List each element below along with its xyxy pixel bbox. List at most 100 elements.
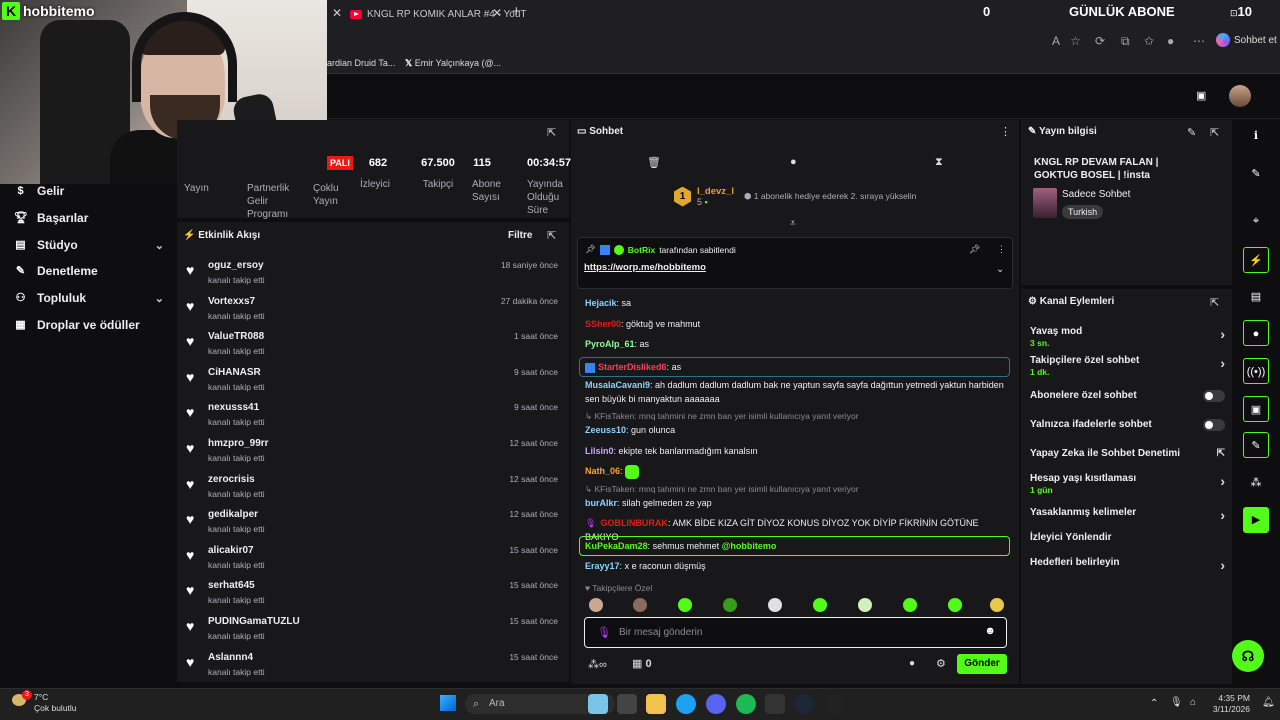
microphone-icon[interactable]: 🎙︎	[597, 626, 611, 639]
chat-message[interactable]: MusalaCavani9: ah dadlum dadlum dadlum b…	[585, 378, 1005, 406]
activity-item[interactable]: ♥ Vortexxs7 kanalı takip etti 27 dakika önc…	[186, 296, 558, 330]
document-icon[interactable]: ▤	[1243, 284, 1269, 310]
recording-icon[interactable]: ▣	[1196, 89, 1206, 102]
activity-user[interactable]: Vortexxs7	[208, 296, 255, 307]
sidebar-item-gelir[interactable]: $ Gelir	[14, 184, 164, 198]
emote-icon[interactable]	[633, 598, 647, 612]
chat-username[interactable]: PyroAlp_61	[585, 339, 635, 349]
trash-icon[interactable]: 🗑︎	[647, 156, 661, 169]
send-button[interactable]: Gönder	[957, 654, 1007, 674]
emote-icon[interactable]	[768, 598, 782, 612]
profile-icon[interactable]: ●	[1167, 34, 1174, 48]
activity-user[interactable]: alicakir07	[208, 545, 254, 556]
chat-username[interactable]: burAlkr	[585, 498, 617, 508]
widget-icon[interactable]	[588, 694, 608, 714]
sidebar-item-basarilar[interactable]: 🏆︎ Başarılar	[14, 211, 164, 225]
channel-action-item[interactable]: İzleyici Yönlendir	[1030, 532, 1225, 543]
chat-message[interactable]: SSher00: göktuğ ve mahmut	[585, 317, 1005, 331]
chat-username[interactable]: StarterDisliked6	[598, 362, 667, 372]
emote-icon[interactable]	[678, 598, 692, 612]
chat-message[interactable]: StarterDisliked6: as	[579, 357, 1010, 377]
edge-browser-icon[interactable]	[676, 694, 696, 714]
activity-item[interactable]: ♥ gedikalper kanalı takip etti 12 saat önce	[186, 509, 558, 543]
more-options-icon[interactable]: ⋮	[1000, 125, 1011, 138]
broadcast-icon[interactable]: ((•))	[1243, 358, 1269, 384]
emote-icon[interactable]	[903, 598, 917, 612]
sidebar-item-droplar[interactable]: ▦ Droplar ve ödüller	[14, 318, 164, 332]
activity-item[interactable]: ♥ oguz_ersoy kanalı takip etti 18 saniye ön…	[186, 260, 558, 294]
external-link-icon[interactable]: ⇱	[1217, 448, 1225, 459]
channel-action-item[interactable]: Yalnızca ifadelerle sohbet	[1030, 419, 1225, 431]
popout-icon[interactable]: ⇱	[1210, 126, 1219, 139]
activity-user[interactable]: ValueTR088	[208, 331, 264, 342]
toggle-switch[interactable]	[1203, 419, 1225, 431]
favorites-icon[interactable]: ✩	[1144, 34, 1154, 48]
channel-action-item[interactable]: Yapay Zeka ile Sohbet Denetimi ⇱	[1030, 448, 1225, 459]
layout-icon[interactable]: ▣	[1243, 396, 1269, 422]
close-tab-icon[interactable]: ✕	[492, 6, 502, 20]
new-tab-icon[interactable]: +	[512, 3, 521, 20]
activity-item[interactable]: ♥ Aslannn4 kanalı takip etti 15 saat önce	[186, 652, 558, 686]
points-display[interactable]: ▦ 0	[632, 657, 652, 670]
chevron-right-icon[interactable]: ›	[1220, 473, 1225, 489]
activity-user[interactable]: gedikalper	[208, 509, 258, 520]
chat-username[interactable]: GOBLINBURAK	[600, 518, 668, 528]
terminal-icon[interactable]	[765, 694, 785, 714]
target-icon[interactable]: ⌖	[1243, 208, 1269, 234]
pinned-link[interactable]: https://worp.me/hobbitemo	[584, 262, 706, 273]
network-icon[interactable]: ⌂	[1190, 697, 1196, 708]
bookmark-item[interactable]: 𝕏 Emir Yalçınkaya (@...	[405, 58, 501, 69]
popout-icon[interactable]: ⇱	[1210, 296, 1219, 309]
chat-message[interactable]: Nath_06:	[585, 464, 1005, 479]
emote-icon[interactable]	[990, 598, 1004, 612]
chat-username[interactable]: Hejacik	[585, 298, 617, 308]
chevron-up-icon[interactable]: ⌃	[1150, 698, 1158, 709]
activity-user[interactable]: serhat645	[208, 580, 255, 591]
system-clock[interactable]: 4:35 PM 3/11/2026	[1200, 693, 1250, 715]
chevron-right-icon[interactable]: ›	[1220, 507, 1225, 523]
chat-input-placeholder[interactable]: Bir mesaj gönderin	[619, 627, 702, 638]
activity-user[interactable]: Aslannn4	[208, 652, 253, 663]
channel-action-item[interactable]: Abonelere özel sohbet	[1030, 390, 1225, 402]
task-view-icon[interactable]	[617, 694, 637, 714]
chat-message[interactable]: PyroAlp_61: as	[585, 337, 1005, 351]
close-tab-icon[interactable]: ✕	[332, 6, 342, 20]
video-icon[interactable]: ▶	[1243, 507, 1269, 533]
chat-message[interactable]: Hejacik: sa	[585, 296, 1005, 310]
read-aloud-icon[interactable]: A	[1052, 34, 1060, 48]
split-screen-icon[interactable]: ⧉	[1121, 34, 1130, 49]
channel-action-item[interactable]: Yasaklanmış kelimeler ›	[1030, 507, 1225, 523]
file-explorer-icon[interactable]	[646, 694, 666, 714]
sidebar-item-denetleme[interactable]: ✎ Denetleme	[14, 264, 164, 278]
more-options-icon[interactable]: ⋮	[997, 244, 1006, 255]
filter-button[interactable]: Filtre	[508, 230, 532, 241]
activity-user[interactable]: nexusss41	[208, 402, 259, 413]
activity-item[interactable]: ♥ alicakir07 kanalı takip etti 15 saat önce	[186, 545, 558, 579]
chat-input-box[interactable]: 🎙︎ Bir mesaj gönderin ☻	[584, 617, 1007, 648]
activity-item[interactable]: ♥ nexusss41 kanalı takip etti 9 saat önce	[186, 402, 558, 436]
copilot-button[interactable]: Sohbet et	[1216, 33, 1277, 47]
settings-gear-icon[interactable]: ⚙	[936, 657, 946, 670]
popout-icon[interactable]: ⇱	[547, 126, 556, 139]
more-icon[interactable]: ⋯	[1193, 34, 1205, 48]
channel-action-item[interactable]: Hedefleri belirleyin ›	[1030, 557, 1225, 573]
chat-bubble-icon[interactable]: ●	[1243, 320, 1269, 346]
chat-username[interactable]: Nath_06	[585, 466, 620, 476]
emoji-icon[interactable]: ☻	[984, 625, 996, 637]
chat-message[interactable]: Zeeuss10: gun olunca	[585, 423, 1005, 437]
sidebar-item-studyo[interactable]: ▤ Stüdyo ⌄	[14, 238, 164, 252]
chevron-right-icon[interactable]: ›	[1220, 326, 1225, 342]
activity-user[interactable]: PUDINGamaTUZLU	[208, 616, 300, 627]
activity-item[interactable]: ♥ zerocrisis kanalı takip etti 12 saat önce	[186, 474, 558, 508]
category-thumbnail[interactable]	[1033, 188, 1057, 218]
emote-icon[interactable]	[723, 598, 737, 612]
windows-start-icon[interactable]	[440, 695, 456, 711]
activity-item[interactable]: ♥ PUDINGamaTUZLU kanalı takip etti 15 saat …	[186, 616, 558, 650]
chevron-down-icon[interactable]: ⌄	[996, 264, 1004, 275]
channel-action-item[interactable]: Yavaş mod 3 sn. ›	[1030, 326, 1225, 348]
activity-item[interactable]: ♥ hmzpro_99rr kanalı takip etti 12 saat önc…	[186, 438, 558, 472]
language-tag[interactable]: Turkish	[1062, 205, 1104, 219]
edit-pencil-icon[interactable]: ✎	[1187, 126, 1196, 139]
steam-icon[interactable]	[794, 694, 814, 714]
extensions-icon[interactable]: ⟳	[1095, 34, 1105, 48]
